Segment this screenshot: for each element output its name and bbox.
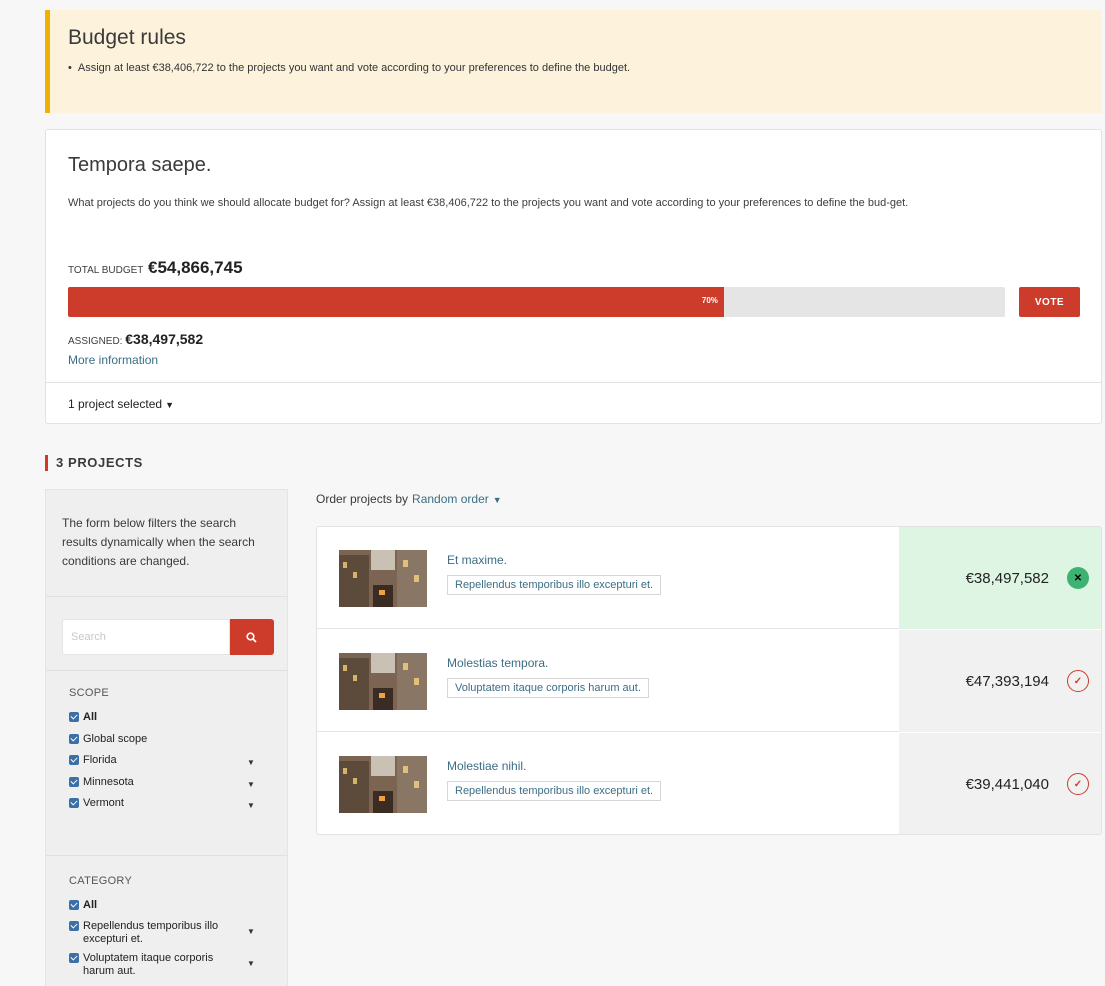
checkbox-checked-icon[interactable] — [69, 712, 79, 722]
check-icon: ✓ — [1073, 778, 1083, 790]
budget-rules-callout: Budget rules Assign at least €38,406,722… — [45, 10, 1102, 113]
selected-projects-toggle[interactable]: 1 project selected ▼ — [68, 397, 174, 411]
checkbox-checked-icon[interactable] — [69, 900, 79, 910]
project-category-tag[interactable]: Repellendus temporibus illo excepturi et… — [447, 781, 662, 801]
chevron-down-icon[interactable]: ▼ — [247, 780, 255, 789]
search-input[interactable] — [62, 619, 230, 655]
budget-title: Tempora saepe. — [68, 154, 212, 176]
project-image[interactable] — [339, 653, 427, 710]
category-option-repellendus[interactable]: Repellendus temporibus illo excepturi et… — [69, 920, 224, 946]
project-row: Molestiae nihil. Repellendus temporibus … — [317, 733, 1101, 834]
budget-rules-item: Assign at least €38,406,722 to the proje… — [68, 62, 1102, 74]
order-select[interactable]: Random order — [412, 492, 489, 506]
budget-progress-percent: 70% — [701, 296, 718, 305]
filter-separator — [46, 855, 287, 856]
checkbox-checked-icon[interactable] — [69, 777, 79, 787]
street-photo-icon — [339, 550, 427, 607]
checkbox-checked-icon[interactable] — [69, 921, 79, 931]
project-row: Molestias tempora. Voluptatem itaque cor… — [317, 630, 1101, 732]
assigned-label: Assigned: — [68, 336, 123, 347]
project-amount: €39,441,040 — [965, 776, 1049, 793]
project-budget-cell: €39,441,040 ✓ — [899, 733, 1101, 834]
option-label: Florida — [83, 754, 117, 766]
scope-option-minnesota[interactable]: Minnesota — [69, 776, 134, 788]
add-to-budget-button[interactable]: ✓ — [1067, 773, 1089, 795]
project-category-tag[interactable]: Voluptatem itaque corporis harum aut. — [447, 678, 649, 698]
scope-option-florida[interactable]: Florida — [69, 754, 117, 766]
category-option-all[interactable]: All — [69, 899, 97, 911]
option-label: Repellendus temporibus illo excepturi et… — [83, 920, 219, 945]
project-budget-cell: €47,393,194 ✓ — [899, 630, 1101, 732]
add-to-budget-button[interactable]: ✓ — [1067, 670, 1089, 692]
project-budget-cell: €38,497,582 ✕ — [899, 527, 1101, 629]
checkbox-checked-icon[interactable] — [69, 798, 79, 808]
option-label: All — [83, 899, 98, 911]
caret-down-icon[interactable]: ▼ — [493, 495, 502, 505]
search-icon — [246, 632, 257, 643]
project-category-tag[interactable]: Repellendus temporibus illo excepturi et… — [447, 575, 662, 595]
street-photo-icon — [339, 653, 427, 710]
scope-option-vermont[interactable]: Vermont — [69, 797, 124, 809]
budget-summary-card: Tempora saepe. What projects do you thin… — [45, 129, 1102, 424]
checkbox-checked-icon[interactable] — [69, 755, 79, 765]
budget-rules-title: Budget rules — [68, 26, 186, 49]
budget-description: What projects do you think we should all… — [68, 197, 909, 209]
category-option-voluptatem[interactable]: Voluptatem itaque corporis harum aut. — [69, 952, 224, 978]
project-amount: €47,393,194 — [965, 673, 1049, 690]
more-information-link[interactable]: More information — [68, 353, 158, 367]
category-filter-title: CATEGORY — [69, 875, 133, 887]
search-button[interactable] — [230, 619, 274, 655]
projects-list: Et maxime. Repellendus temporibus illo e… — [316, 526, 1102, 835]
project-image[interactable] — [339, 550, 427, 607]
scope-option-global[interactable]: Global scope — [69, 733, 147, 745]
street-photo-icon — [339, 756, 427, 813]
remove-from-budget-button[interactable]: ✕ — [1067, 567, 1089, 589]
checkbox-checked-icon[interactable] — [69, 734, 79, 744]
scope-option-all[interactable]: All — [69, 711, 97, 723]
assigned-value: €38,497,582 — [125, 331, 204, 347]
project-title-link[interactable]: Et maxime. — [447, 553, 507, 567]
selected-projects-label: 1 project selected — [68, 397, 163, 411]
check-icon: ✓ — [1073, 675, 1083, 687]
option-label: Global scope — [83, 733, 148, 745]
budget-progress-fill: 70% — [68, 287, 724, 317]
projects-count-heading: 3 PROJECTS — [45, 455, 143, 471]
chevron-down-icon[interactable]: ▼ — [247, 959, 255, 968]
filter-separator — [46, 670, 287, 671]
chevron-down-icon[interactable]: ▼ — [247, 801, 255, 810]
project-image[interactable] — [339, 756, 427, 813]
project-amount: €38,497,582 — [965, 570, 1049, 587]
chevron-down-icon[interactable]: ▼ — [247, 758, 255, 767]
caret-down-icon: ▼ — [165, 400, 174, 410]
checkbox-checked-icon[interactable] — [69, 953, 79, 963]
close-icon: ✕ — [1073, 572, 1083, 584]
project-row: Et maxime. Repellendus temporibus illo e… — [317, 527, 1101, 629]
order-label: Order projects by — [316, 492, 409, 506]
total-budget-label: Total budget — [68, 265, 144, 276]
total-budget-value: €54,866,745 — [147, 258, 243, 277]
card-divider — [46, 382, 1101, 383]
filters-intro-text: The form below filters the search result… — [46, 490, 287, 597]
chevron-down-icon[interactable]: ▼ — [247, 927, 255, 936]
order-projects-control: Order projects by Random order ▼ — [316, 492, 502, 506]
option-label: Vermont — [83, 797, 124, 809]
option-label: Minnesota — [83, 776, 134, 788]
assigned-amount: Assigned: €38,497,582 — [68, 331, 203, 347]
vote-button[interactable]: VOTE — [1019, 287, 1080, 317]
filters-sidebar: The form below filters the search result… — [45, 489, 288, 986]
option-label: Voluptatem itaque corporis harum aut. — [83, 952, 214, 977]
project-title-link[interactable]: Molestiae nihil. — [447, 759, 526, 773]
total-budget: Total budget €54,866,745 — [68, 258, 243, 278]
budget-progress-bar: 70% — [68, 287, 1005, 317]
project-title-link[interactable]: Molestias tempora. — [447, 656, 548, 670]
option-label: All — [83, 711, 98, 723]
search-form — [62, 619, 274, 655]
scope-filter-title: SCOPE — [69, 687, 110, 699]
